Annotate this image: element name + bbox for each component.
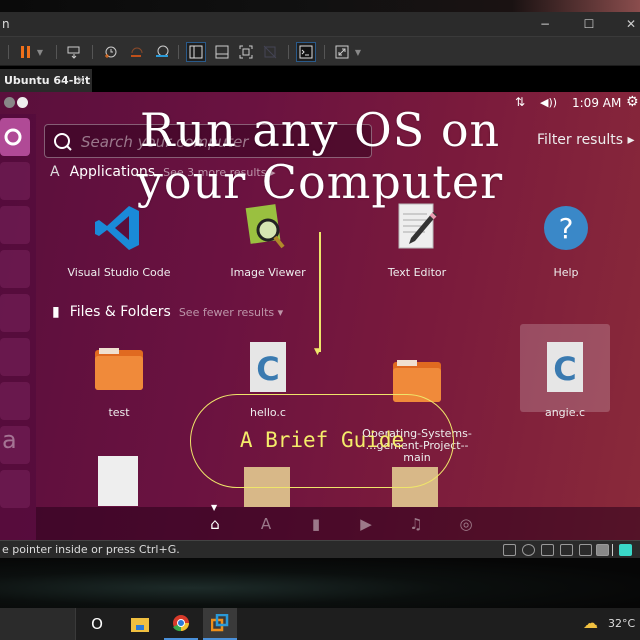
see-fewer-results-link[interactable]: See fewer results ▾ [179,306,283,319]
maximize-button[interactable]: ☐ [580,16,598,32]
launcher-writer-icon[interactable] [0,250,30,288]
show-library-icon[interactable] [186,42,206,62]
app-label: Visual Studio Code [67,266,171,279]
chrome-icon[interactable] [164,608,198,640]
take-snapshot-icon[interactable] [100,42,120,62]
screen: n − ☐ ✕ ▼ ▼ Ubuntu 64-bit ✕ ⇅ ◀)) 1:09 A… [0,0,640,640]
app-visual-studio-code[interactable]: Visual Studio Code [54,200,184,279]
console-view-icon[interactable] [296,42,316,62]
overlay-title-line2: your Computer [136,155,504,209]
sound-card-icon[interactable] [579,544,592,556]
launcher-calc-icon[interactable] [0,294,30,332]
vmware-taskbar-icon[interactable] [203,608,237,640]
separator [56,45,57,59]
stretch-guest-icon[interactable] [332,42,352,62]
help-icon: ? [538,200,594,256]
music-lens-icon[interactable]: ♫ [407,515,425,533]
separator [612,544,613,556]
thumbnail-bar-icon[interactable] [212,42,232,62]
launcher-firefox-icon[interactable] [0,206,30,244]
message-log-icon[interactable] [619,544,632,556]
separator [92,45,93,59]
network-adapter-icon[interactable] [541,544,554,556]
cortana-icon[interactable]: O [80,608,114,640]
home-lens-icon[interactable]: ⌂ [206,515,224,533]
folder-icon [91,340,147,396]
separator [288,45,289,59]
tab-ubuntu-64-bit[interactable]: Ubuntu 64-bit ✕ [0,69,92,92]
photos-lens-icon[interactable]: ◎ [457,515,475,533]
text-file-icon[interactable] [98,456,138,506]
vmware-toolbar: ▼ ▼ [0,36,640,66]
active-lens-indicator: ▼ [211,503,218,512]
c-source-file-icon: C [240,340,296,396]
separator [324,45,325,59]
overlay-arrow-line [319,232,321,352]
launcher-software-icon[interactable] [0,382,30,420]
svg-text:C: C [553,350,576,388]
usb-icon[interactable] [596,544,609,556]
printer-icon[interactable] [560,544,573,556]
desktop-wallpaper [0,558,640,608]
files-lens-icon[interactable]: ▮ [307,515,325,533]
app-label: Text Editor [387,266,447,279]
file-explorer-icon[interactable] [123,608,157,640]
section-title: Files & Folders [69,304,171,320]
pause-icon[interactable] [16,42,36,62]
desktop-top-strip [0,0,640,12]
file-label: angie.c [544,406,586,419]
snapshot-manager-icon[interactable] [152,42,172,62]
full-screen-icon[interactable] [236,42,256,62]
applications-lens-icon[interactable]: A [257,515,275,533]
separator [8,45,9,59]
files-section-header: ▮ Files & Folders See fewer results ▾ [52,304,283,320]
vmware-status-bar: e pointer inside or press Ctrl+G. [0,540,640,558]
launcher-impress-icon[interactable] [0,338,30,376]
app-label: Help [553,266,579,279]
app-text-editor[interactable]: Text Editor [352,200,482,279]
revert-snapshot-icon[interactable] [126,42,146,62]
file-label: test [108,406,130,419]
unity-icon[interactable] [260,42,280,62]
taskbar-search-box[interactable] [0,608,76,640]
hard-disk-icon[interactable] [503,544,516,556]
file-test[interactable]: test [54,340,184,419]
app-label: Image Viewer [230,266,306,279]
weather-icon[interactable]: ☁ [583,614,598,632]
weather-temperature[interactable]: 32°C [608,617,635,630]
vmware-title-bar: n − ☐ ✕ [0,12,640,36]
video-lens-icon[interactable]: ▶ [357,515,375,533]
overlay-title-line1: Run any OS on [139,103,501,157]
c-source-file-icon: C [537,340,593,396]
svg-text:C: C [256,350,279,388]
file-icon: ▮ [52,304,60,320]
stretch-dropdown-icon[interactable]: ▼ [352,42,364,62]
windows-taskbar: O ☁ 32°C [0,608,640,640]
launcher-settings-icon[interactable] [0,470,30,508]
pause-dropdown-icon[interactable]: ▼ [34,42,46,62]
app-image-viewer[interactable]: Image Viewer [203,200,333,279]
status-hint: e pointer inside or press Ctrl+G. [2,543,180,556]
window-title: n [2,17,10,31]
cd-dvd-icon[interactable] [522,544,535,556]
launcher-amazon-icon[interactable]: a [0,426,30,464]
separator [178,45,179,59]
dash-lens-bar: ▼ ⌂ A ▮ ▶ ♫ ◎ [36,503,640,540]
minimize-button[interactable]: − [536,16,554,32]
file-angie-c[interactable]: C angie.c [520,324,610,419]
send-keys-icon[interactable] [64,42,84,62]
overlay-subtitle: A Brief Guide [239,428,405,452]
overlay-arrow-head: ▼ [314,347,321,357]
tab-close-icon[interactable]: ✕ [76,73,86,87]
app-help[interactable]: ? Help [501,200,631,279]
svg-text:?: ? [559,212,574,245]
close-button[interactable]: ✕ [622,16,640,32]
vm-tab-bar: Ubuntu 64-bit ✕ [0,66,640,92]
